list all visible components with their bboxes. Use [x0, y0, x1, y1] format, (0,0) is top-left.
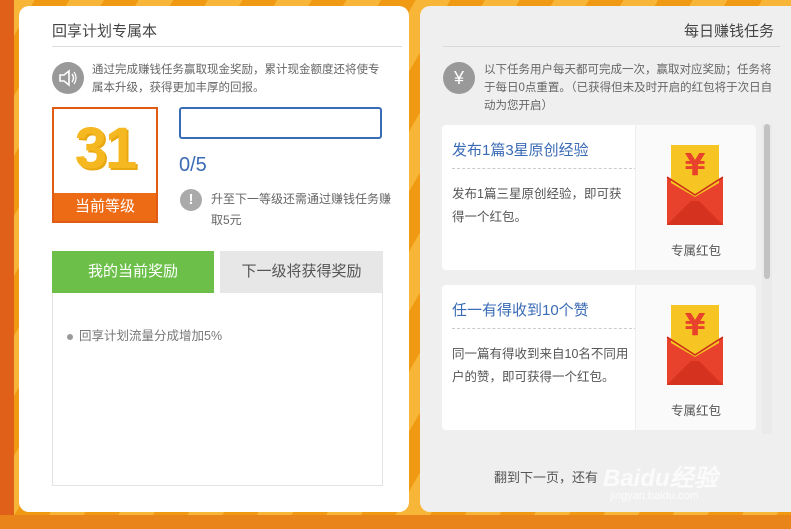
watermark-url: jingyan.baidu.com [610, 490, 699, 502]
reward-label: 专属红包 [670, 244, 721, 258]
frame-decoration [0, 0, 14, 529]
tab-label: 下一级将获得奖励 [241, 263, 362, 280]
task-reward[interactable]: ¥ 专属红包 [635, 125, 756, 270]
bullet-icon [67, 333, 73, 340]
level-badge: 31 当前等级 [52, 107, 158, 223]
red-envelope-icon: ¥ [666, 145, 724, 225]
task-divider [452, 328, 637, 329]
title-divider [52, 46, 402, 47]
task-divider [452, 168, 637, 169]
task-desc: 同一篇有得收到来自10名不同用户的赞，即可获得一个红包。 [452, 347, 629, 384]
task-desc: 发布1篇三星原创经验，即可获得一个红包。 [452, 187, 622, 224]
exclusive-book-panel: 回享计划专属本 通过完成赚钱任务赢取现金奖励，累计现金额度还将使专属本升级，获得… [19, 6, 409, 512]
level-label: 当前等级 [54, 193, 156, 221]
frame-bottom [0, 515, 791, 529]
title-divider [443, 46, 780, 47]
next-level-hint: 升至下一等级还需通过赚钱任务赚取5元 [211, 192, 392, 227]
svg-text:¥: ¥ [685, 308, 706, 343]
speaker-icon [52, 62, 84, 94]
task-title[interactable]: 任一有得收到10个赞 [452, 299, 589, 320]
level-progress-bar [179, 107, 382, 139]
next-page-hint[interactable]: 翻到下一页，还有 [494, 467, 598, 486]
baidu-jingyan-watermark: Baidu经验 [603, 465, 718, 492]
task-reward[interactable]: ¥ 专属红包 [635, 285, 756, 430]
tasks-description: 以下任务用户每天都可完成一次，赢取对应奖励；任务将于每日0点重置。（已获得但未及… [484, 64, 773, 112]
progress-text: 0/5 [179, 154, 207, 176]
plan-description: 通过完成赚钱任务赢取现金奖励，累计现金额度还将使专属本升级，获得更加丰厚的回报。 [92, 64, 380, 94]
task-title[interactable]: 发布1篇3星原创经验 [452, 139, 589, 160]
task-card[interactable]: 发布1篇3星原创经验 发布1篇三星原创经验，即可获得一个红包。 ¥ 专属红包 [442, 125, 756, 270]
tab-next-level-rewards[interactable]: 下一级将获得奖励 [220, 251, 383, 293]
daily-tasks-panel: 每日赚钱任务 ¥ 以下任务用户每天都可完成一次，赢取对应奖励；任务将于每日0点重… [420, 6, 791, 512]
list-item: 回享计划流量分成增加5% [67, 325, 222, 344]
tab-current-rewards[interactable]: 我的当前奖励 [52, 251, 214, 301]
red-envelope-icon: ¥ [666, 305, 724, 385]
svg-text:¥: ¥ [685, 148, 706, 183]
reward-label: 专属红包 [670, 404, 721, 418]
scrollbar-thumb[interactable] [764, 124, 770, 279]
task-card[interactable]: 任一有得收到10个赞 同一篇有得收到来自10名不同用户的赞，即可获得一个红包。 … [442, 285, 756, 430]
reward-text: 回享计划流量分成增加5% [79, 329, 223, 343]
rewards-content: 回享计划流量分成增加5% [52, 293, 383, 486]
tab-label: 我的当前奖励 [87, 263, 178, 280]
level-number: 31 [74, 116, 138, 181]
exclamation-icon: ! [180, 189, 202, 211]
panel-title: 每日赚钱任务 [683, 23, 774, 40]
yuan-icon: ¥ [443, 62, 475, 94]
panel-title: 回享计划专属本 [52, 23, 158, 40]
